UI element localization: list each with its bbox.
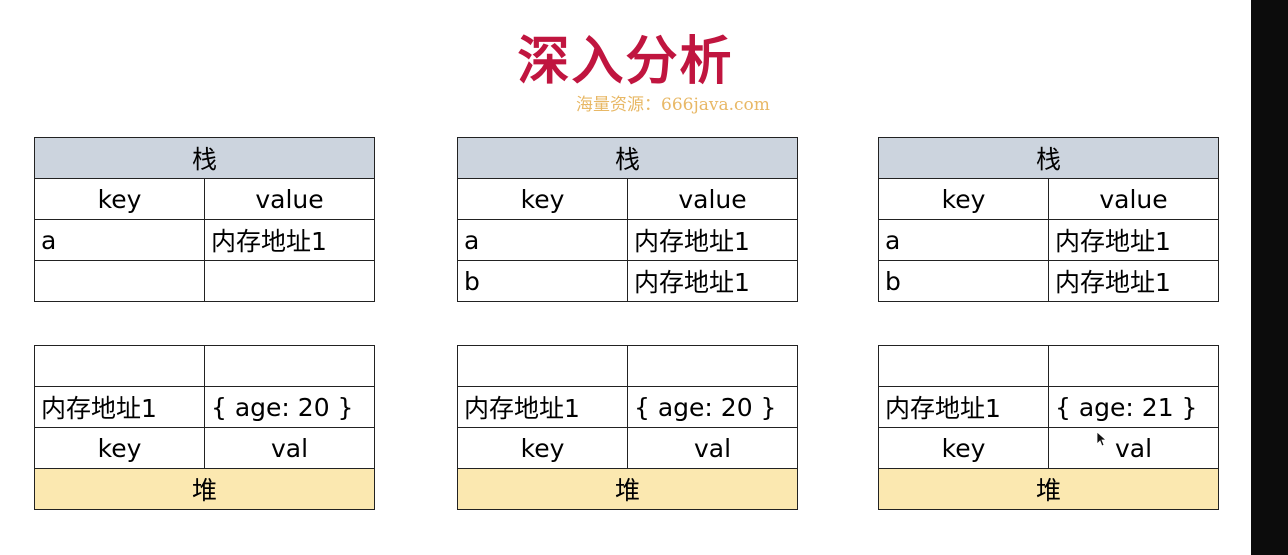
stack-value-header: value [203,178,376,220]
heap-address-cell [878,345,1049,387]
heap-value-cell: { age: 20 } [627,386,798,428]
heap-address-cell [457,345,628,387]
heap-key-header: key [878,427,1049,469]
heap-key-header: key [457,427,628,469]
stack-value-cell [203,260,376,302]
mouse-pointer-icon [1096,431,1106,447]
slide: 深入分析 海量资源：666java.com 栈 key value a 内存地址… [0,0,1251,555]
stack-key-cell: a [457,219,628,261]
heap-title: 堆 [457,468,798,510]
heap-key-header: key [34,427,205,469]
heap-address-cell: 内存地址1 [34,386,205,428]
stack-value-cell: 内存地址1 [203,219,376,261]
heap-value-cell [204,345,375,387]
stack-key-header: key [34,178,205,220]
heap-value-cell [627,345,798,387]
heap-value-cell: { age: 20 } [204,386,375,428]
stack-table-1: 栈 key value a 内存地址1 [33,137,376,302]
stack-key-cell: a [878,219,1049,261]
heap-table-1: 内存地址1 { age: 20 } key val 堆 [34,345,375,510]
stack-key-cell [34,260,205,302]
heap-table-3: 内存地址1 { age: 21 } key val 堆 [878,345,1219,510]
stack-key-header: key [457,178,628,220]
heap-title: 堆 [34,468,375,510]
stack-table-2: 栈 key value a 内存地址1 b 内存地址1 [456,137,799,302]
stack-value-cell: 内存地址1 [1047,260,1220,302]
stack-value-cell: 内存地址1 [626,260,799,302]
heap-val-header: val [204,427,375,469]
stack-value-cell: 内存地址1 [1047,219,1220,261]
heap-value-cell: { age: 21 } [1048,386,1219,428]
heap-val-header: val [627,427,798,469]
stack-title: 栈 [877,137,1220,179]
stack-value-header: value [626,178,799,220]
page-title: 深入分析 [517,32,734,92]
stack-title: 栈 [456,137,799,179]
stack-value-header: value [1047,178,1220,220]
heap-address-cell: 内存地址1 [878,386,1049,428]
heap-address-cell [34,345,205,387]
stack-table-3: 栈 key value a 内存地址1 b 内存地址1 [877,137,1220,302]
stack-key-cell: a [34,219,205,261]
stack-key-cell: b [457,260,628,302]
watermark: 海量资源：666java.com [576,95,770,115]
heap-address-cell: 内存地址1 [457,386,628,428]
window-edge [1251,0,1288,555]
heap-title: 堆 [878,468,1219,510]
stack-value-cell: 内存地址1 [626,219,799,261]
stack-key-cell: b [878,260,1049,302]
stack-title: 栈 [33,137,376,179]
heap-table-2: 内存地址1 { age: 20 } key val 堆 [457,345,798,510]
heap-val-header: val [1048,427,1219,469]
heap-value-cell [1048,345,1219,387]
stack-key-header: key [878,178,1049,220]
